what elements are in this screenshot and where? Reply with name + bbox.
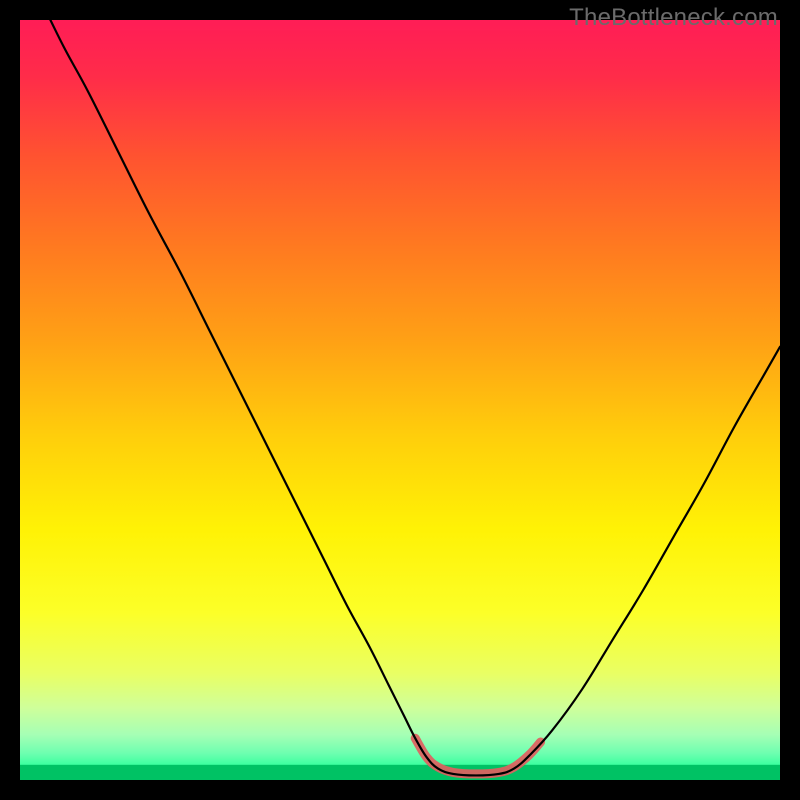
chart-bottom-band <box>20 765 780 780</box>
chart-background <box>20 20 780 780</box>
bottleneck-chart <box>20 20 780 780</box>
watermark-text: TheBottleneck.com <box>569 4 778 32</box>
chart-frame <box>20 20 780 780</box>
